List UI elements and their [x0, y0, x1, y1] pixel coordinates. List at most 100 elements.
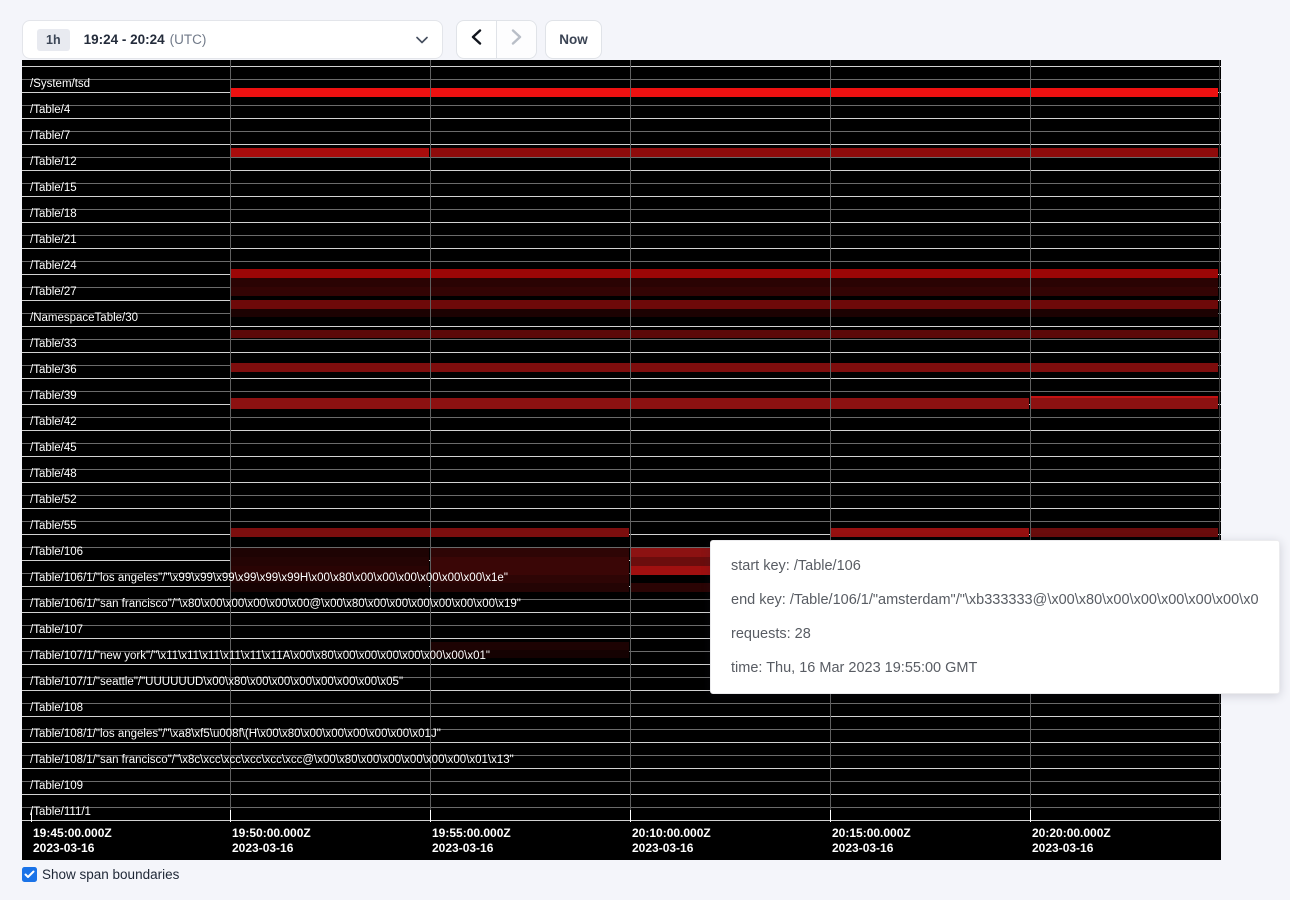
span-boundary-line [22, 807, 1221, 808]
row-label: /Table/18 [22, 196, 77, 221]
row-label: /Table/107/1/"new york"/"\x11\x11\x11\x1… [22, 638, 490, 663]
span-boundary-line [22, 391, 1221, 392]
heatmap-cell [431, 148, 1218, 157]
heatmap-cell [231, 557, 429, 566]
heatmap-cell [231, 575, 429, 583]
row-label: /NamespaceTable/30 [22, 300, 138, 325]
heatmap-cell [831, 528, 1029, 537]
row-label: /Table/52 [22, 482, 77, 507]
row-boundary-line [22, 456, 1221, 457]
row-boundary-line [22, 66, 1221, 67]
span-boundary-line [22, 131, 1221, 132]
heatmap-cell [1031, 396, 1218, 398]
heatmap-cell [231, 398, 1029, 409]
row-label: /Table/106 [22, 534, 83, 559]
time-range-selector[interactable]: 1h 19:24 - 20:24 (UTC) [22, 20, 443, 59]
x-axis-label: 19:55:00.000Z2023-03-16 [432, 826, 511, 855]
tooltip-start-key: start key: /Table/106 [731, 558, 1259, 574]
row-boundary-line [22, 222, 1221, 223]
now-button[interactable]: Now [545, 20, 602, 59]
row-label: /Table/108 [22, 690, 83, 715]
x-axis-date: 2023-03-16 [1032, 841, 1111, 856]
row-boundary-line [22, 404, 1221, 405]
time-gridline [1030, 60, 1031, 822]
x-axis-time: 19:45:00.000Z [33, 826, 112, 841]
x-axis-tick [630, 810, 631, 822]
heatmap-cell [231, 300, 1218, 309]
row-label: /Table/4 [22, 92, 70, 117]
heatmap-cell [231, 309, 1218, 317]
span-boundary-line [22, 703, 1221, 704]
heatmap-cell [431, 650, 629, 658]
row-label: /Table/39 [22, 378, 77, 403]
span-boundary-line [22, 417, 1221, 418]
row-boundary-line [22, 326, 1221, 327]
next-button[interactable] [496, 21, 536, 58]
span-boundary-line [22, 755, 1221, 756]
x-axis-tick [230, 810, 231, 822]
span-boundary-line [22, 157, 1221, 158]
row-label: /Table/15 [22, 170, 77, 195]
row-label: /System/tsd [22, 66, 90, 91]
row-label: /Table/107 [22, 612, 83, 637]
span-boundary-line [22, 495, 1221, 496]
heatmap-cell [1031, 398, 1218, 409]
x-axis-label: 19:45:00.000Z2023-03-16 [33, 826, 112, 855]
heatmap-cell [231, 528, 629, 537]
row-label: /Table/7 [22, 118, 70, 143]
span-boundary-line [22, 235, 1221, 236]
row-label: /Table/27 [22, 274, 77, 299]
row-boundary-line [22, 170, 1221, 171]
row-label: /Table/33 [22, 326, 77, 351]
timezone-label: (UTC) [170, 32, 207, 47]
span-boundary-line [22, 261, 1221, 262]
footer: Show span boundaries [22, 867, 179, 882]
heatmap-cell [231, 363, 1218, 372]
time-range-label: 19:24 - 20:24 [84, 32, 165, 47]
span-boundary-line [22, 443, 1221, 444]
heatmap-cell [431, 583, 629, 592]
heatmap-cell [431, 557, 629, 566]
heatmap-cell [431, 575, 629, 583]
heatmap-cell [231, 548, 429, 557]
heatmap-cell [231, 330, 1218, 338]
tooltip-end-key: end key: /Table/106/1/"amsterdam"/"\xb33… [731, 592, 1259, 608]
show-span-boundaries-label[interactable]: Show span boundaries [42, 867, 179, 882]
x-axis-tick [430, 810, 431, 822]
x-axis-time: 19:50:00.000Z [232, 826, 311, 841]
row-boundary-line [22, 196, 1221, 197]
x-axis-date: 2023-03-16 [232, 841, 311, 856]
heatmap-cell [231, 287, 1218, 296]
time-nav-group [456, 20, 537, 59]
row-label: /Table/107/1/"seattle"/"UUUUUUD\x00\x80\… [22, 664, 403, 689]
show-span-boundaries-checkbox[interactable] [22, 867, 37, 882]
row-label: /Table/12 [22, 144, 77, 169]
heatmap-cell [231, 278, 1218, 287]
x-axis-label: 20:15:00.000Z2023-03-16 [832, 826, 911, 855]
x-axis-tick [830, 810, 831, 822]
range-tooltip: start key: /Table/106 end key: /Table/10… [710, 540, 1280, 694]
prev-button[interactable] [457, 21, 496, 58]
row-label: /Table/24 [22, 248, 77, 273]
span-boundary-line [22, 469, 1221, 470]
heatmap-cell [231, 269, 1218, 278]
row-boundary-line [22, 768, 1221, 769]
span-boundary-line [22, 313, 1221, 314]
row-label: /Table/55 [22, 508, 77, 533]
label-gutter-line [230, 60, 231, 822]
x-axis-date: 2023-03-16 [632, 841, 711, 856]
x-axis-label: 19:50:00.000Z2023-03-16 [232, 826, 311, 855]
row-boundary-line [22, 534, 1221, 535]
row-boundary-line [22, 430, 1221, 431]
span-boundary-line [22, 339, 1221, 340]
heatmap[interactable]: /System/tsd/Table/4/Table/7/Table/12/Tab… [22, 60, 1221, 860]
tooltip-time: time: Thu, 16 Mar 2023 19:55:00 GMT [731, 660, 1259, 676]
row-label: /Table/108/1/"los angeles"/"\xa8\xf5\u00… [22, 716, 441, 741]
row-boundary-line [22, 118, 1221, 119]
heatmap-cell [231, 566, 429, 575]
chart-edge-line [1219, 60, 1220, 822]
x-axis-time: 20:20:00.000Z [1032, 826, 1111, 841]
duration-badge: 1h [37, 29, 70, 51]
x-axis-time: 20:15:00.000Z [832, 826, 911, 841]
heatmap-cell [231, 583, 429, 592]
